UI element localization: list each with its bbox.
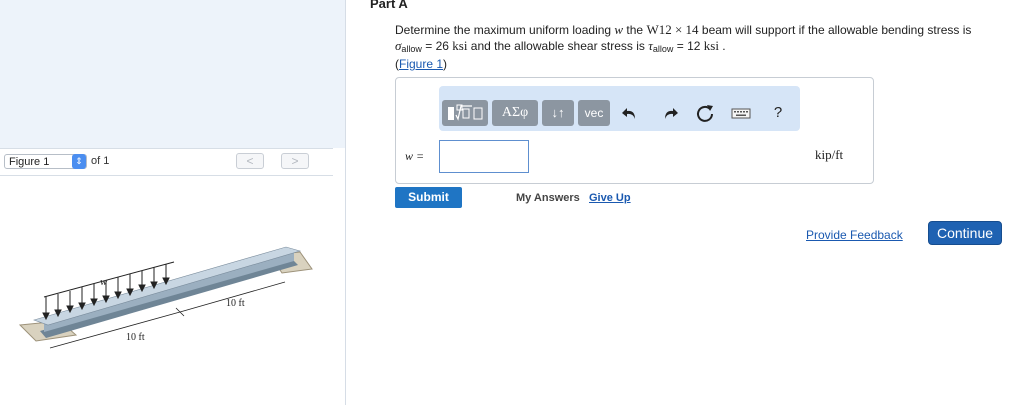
figure-panel-header-area xyxy=(0,0,345,148)
submit-button[interactable]: Submit xyxy=(395,187,462,208)
beam-figure-illustration: w 10 ft 10 ft xyxy=(18,246,313,349)
figure-image: w 10 ft 10 ft xyxy=(0,175,333,405)
figure-navigation-bar: Figure 1 ⇕ of 1 < > xyxy=(0,148,333,176)
paren-close: ) xyxy=(443,57,448,71)
templates-button[interactable] xyxy=(442,100,488,126)
vector-button[interactable]: vec xyxy=(578,100,610,126)
sigma-unit: ksi xyxy=(452,38,468,53)
problem-text: Determine the maximum uniform loading xyxy=(395,23,615,37)
problem-line-1: Determine the maximum uniform loading w … xyxy=(395,22,1010,38)
problem-text: beam will support if the allowable bendi… xyxy=(698,23,972,37)
problem-text: . xyxy=(718,39,726,53)
subscript-superscript-button[interactable]: ↓↑ xyxy=(542,100,574,126)
fraction-sqrt-templates-icon xyxy=(448,104,483,121)
keyboard-icon[interactable] xyxy=(729,101,753,125)
figure-select-value: Figure 1 xyxy=(9,156,50,168)
figure-select[interactable]: Figure 1 ⇕ xyxy=(4,154,87,169)
part-title: Part A xyxy=(370,0,408,11)
provide-feedback-link[interactable]: Provide Feedback xyxy=(806,228,903,242)
problem-text: the xyxy=(623,23,647,37)
redo-icon[interactable] xyxy=(657,101,681,125)
figure-count: of 1 xyxy=(91,155,110,167)
greek-letters-button[interactable]: ΑΣφ xyxy=(492,100,538,126)
dimension-label-left: 10 ft xyxy=(126,332,145,343)
math-toolbar: ΑΣφ ↓↑ vec ? xyxy=(439,86,800,131)
give-up-link[interactable]: Give Up xyxy=(589,192,631,204)
answer-unit: kip/ft xyxy=(815,147,844,162)
help-button[interactable]: ? xyxy=(766,101,790,125)
tau-value: = 12 xyxy=(673,39,704,53)
answer-box: ΑΣφ ↓↑ vec ? w = kip/ft xyxy=(395,77,874,184)
tau-subscript: allow xyxy=(652,44,674,54)
continue-button[interactable]: Continue xyxy=(928,221,1002,245)
figure-link[interactable]: Figure 1 xyxy=(399,57,443,71)
answer-input[interactable] xyxy=(439,140,529,173)
tau-unit: ksi xyxy=(703,38,719,53)
dimension-label-right: 10 ft xyxy=(226,298,245,309)
next-figure-button[interactable]: > xyxy=(281,153,309,169)
my-answers-link[interactable]: My Answers xyxy=(516,192,580,204)
figure-panel: Figure 1 ⇕ of 1 < > w 10 ft 10 ft xyxy=(0,0,345,405)
sigma-value: = 26 xyxy=(421,39,453,53)
reset-icon[interactable] xyxy=(693,101,717,125)
problem-text: and the allowable shear stress is xyxy=(467,39,649,53)
beam-top-flange xyxy=(33,246,302,326)
variable-w: w xyxy=(614,22,624,37)
problem-statement: Determine the maximum uniform loading w … xyxy=(395,22,1010,72)
undo-icon[interactable] xyxy=(619,101,643,125)
problem-line-3: (Figure 1) xyxy=(395,57,1010,72)
previous-figure-button[interactable]: < xyxy=(236,153,264,169)
select-spinner-icon[interactable]: ⇕ xyxy=(72,154,86,169)
load-label: w xyxy=(100,276,108,288)
problem-line-2: σallow = 26 ksi and the allowable shear … xyxy=(395,38,1010,57)
beam-designation: W12 × 14 xyxy=(646,22,699,37)
panel-divider xyxy=(345,0,346,405)
sigma-subscript: allow xyxy=(401,44,422,54)
answer-label: w = xyxy=(405,149,425,163)
